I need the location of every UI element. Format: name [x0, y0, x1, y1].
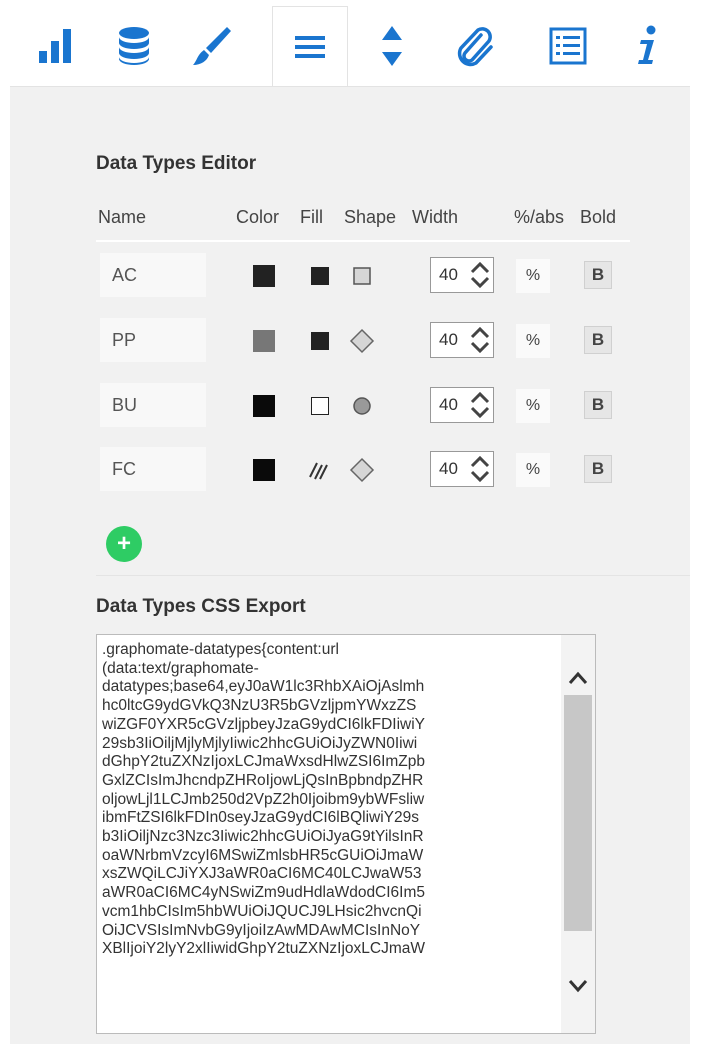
header-divider	[96, 240, 630, 242]
datatype-name-input[interactable]: PP	[100, 318, 206, 362]
hatched-fill-icon[interactable]	[308, 459, 330, 481]
color-swatch[interactable]	[253, 330, 275, 352]
datatype-name-input[interactable]: BU	[100, 383, 206, 427]
color-swatch[interactable]	[253, 265, 275, 287]
datatype-name-input[interactable]: AC	[100, 253, 206, 297]
width-stepper[interactable]: 40	[430, 387, 494, 423]
stepper-arrows-icon[interactable]	[469, 260, 491, 290]
sort-arrows-icon	[382, 26, 402, 66]
color-swatch[interactable]	[253, 459, 275, 481]
pct-abs-toggle[interactable]: %	[516, 259, 550, 293]
col-header-fill: Fill	[300, 207, 323, 227]
fill-swatch[interactable]	[311, 267, 329, 285]
bold-toggle[interactable]: B	[584, 326, 612, 354]
list-icon	[549, 27, 587, 65]
width-stepper[interactable]: 40	[430, 322, 494, 358]
tab-style[interactable]	[174, 6, 250, 86]
col-header-color: Color	[236, 207, 280, 227]
bold-toggle[interactable]: B	[584, 391, 612, 419]
col-header-width: Width	[412, 207, 459, 227]
width-value: 40	[439, 330, 458, 349]
css-export-text: .graphomate-datatypes{content:url (data:…	[102, 641, 426, 958]
tab-info[interactable]	[610, 6, 686, 86]
tab-charts[interactable]	[18, 6, 94, 86]
section-divider	[96, 575, 690, 576]
width-value: 40	[439, 459, 458, 478]
col-header-shape: Shape	[344, 207, 397, 227]
width-stepper[interactable]: 40	[430, 257, 494, 293]
color-swatch[interactable]	[253, 395, 275, 417]
datatype-row: AC 40 % B	[0, 253, 706, 305]
square-shape-icon[interactable]	[349, 263, 375, 289]
width-stepper[interactable]: 40	[430, 451, 494, 487]
toolbar	[10, 0, 690, 88]
col-header-pct-abs: %/abs	[514, 207, 565, 227]
datatype-row: PP 40 % B	[0, 318, 706, 370]
scroll-up-icon[interactable]	[568, 671, 588, 685]
circle-shape-icon[interactable]	[349, 393, 375, 419]
scrollbar[interactable]	[561, 635, 595, 1033]
stepper-arrows-icon[interactable]	[469, 390, 491, 420]
datatype-name-input[interactable]: FC	[100, 447, 206, 491]
tab-sort[interactable]	[354, 6, 430, 86]
css-export-textarea[interactable]: .graphomate-datatypes{content:url (data:…	[96, 634, 596, 1034]
fill-swatch[interactable]	[311, 397, 329, 415]
width-value: 40	[439, 265, 458, 284]
datatype-row: BU 40 % B	[0, 383, 706, 435]
tab-attachments[interactable]	[436, 6, 512, 86]
brush-icon	[193, 27, 231, 65]
paperclip-icon	[457, 27, 493, 67]
info-icon	[638, 25, 656, 64]
tab-list[interactable]	[530, 6, 606, 86]
pct-abs-toggle[interactable]: %	[516, 453, 550, 487]
add-datatype-button[interactable]: +	[106, 526, 142, 562]
bold-toggle[interactable]: B	[584, 261, 612, 289]
editor-title: Data Types Editor	[96, 153, 257, 174]
width-value: 40	[439, 395, 458, 414]
diamond-shape-icon[interactable]	[349, 457, 375, 483]
bold-toggle[interactable]: B	[584, 455, 612, 483]
scroll-down-icon[interactable]	[568, 979, 588, 993]
datatype-row: FC 40 % B	[0, 447, 706, 499]
fill-swatch[interactable]	[311, 332, 329, 350]
database-icon	[119, 27, 149, 65]
diamond-shape-icon[interactable]	[349, 328, 375, 354]
bar-chart-icon	[39, 29, 71, 63]
stepper-arrows-icon[interactable]	[469, 454, 491, 484]
col-header-bold: Bold	[580, 207, 617, 227]
tab-data[interactable]	[96, 6, 172, 86]
col-header-name: Name	[98, 207, 147, 227]
pct-abs-toggle[interactable]: %	[516, 389, 550, 423]
tab-layout[interactable]	[272, 6, 348, 86]
stepper-arrows-icon[interactable]	[469, 325, 491, 355]
pct-abs-toggle[interactable]: %	[516, 324, 550, 358]
export-title: Data Types CSS Export	[96, 596, 306, 617]
menu-lines-icon	[295, 35, 325, 58]
scroll-thumb[interactable]	[564, 695, 592, 931]
